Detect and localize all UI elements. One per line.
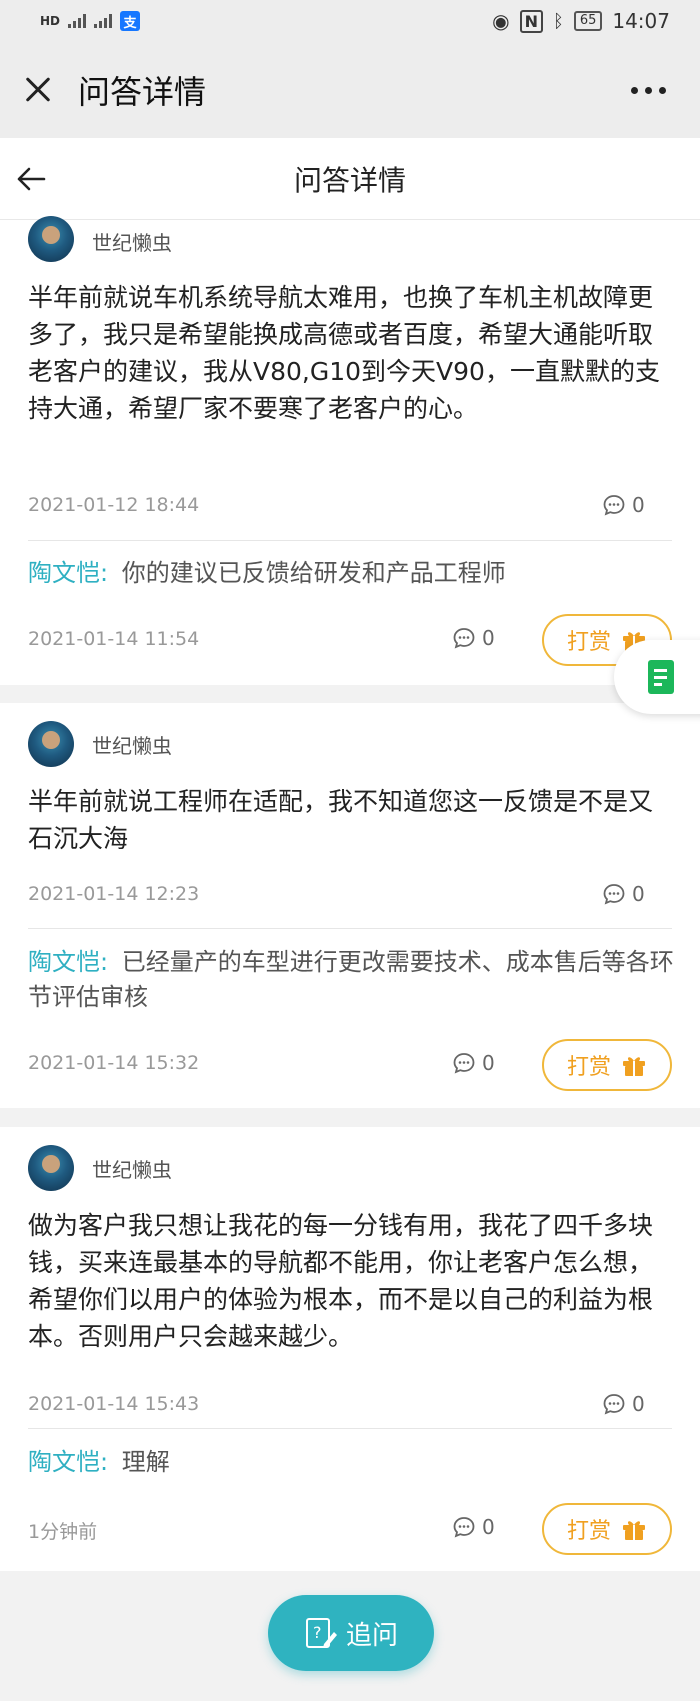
comment-count[interactable]: 0 bbox=[602, 493, 645, 517]
comment-icon bbox=[453, 1517, 475, 1538]
answer-date: 2021-01-14 15:32 bbox=[28, 1052, 200, 1074]
question-text: 半年前就说车机系统导航太难用，也换了车机主机故障更多了，我只是希望能换成高德或者… bbox=[28, 283, 660, 423]
more-options-icon[interactable] bbox=[631, 86, 666, 94]
comment-count-value: 0 bbox=[632, 493, 645, 517]
clock: 14:07 bbox=[612, 9, 670, 33]
document-icon bbox=[648, 660, 674, 694]
answer-text: 理解 bbox=[121, 1448, 170, 1476]
comment-count-value: 0 bbox=[482, 1515, 495, 1539]
comment-count[interactable]: 0 bbox=[602, 1392, 645, 1416]
window-title: 问答详情 bbox=[78, 73, 207, 111]
answer-comment-count[interactable]: 0 bbox=[452, 1051, 495, 1075]
answerer-name[interactable]: 陶文恺: bbox=[28, 1448, 108, 1476]
bluetooth-icon: ᛒ bbox=[553, 10, 564, 32]
comment-count-value: 0 bbox=[632, 882, 645, 906]
question-text: 半年前就说工程师在适配，我不知道您这一反馈是不是又石沉大海 bbox=[28, 787, 654, 853]
answer-comment-count[interactable]: 0 bbox=[452, 1515, 495, 1539]
qa-card: 世纪懒虫 做为客户我只想让我花的每一分钱有用，我花了四千多块钱，买来连最基本的导… bbox=[0, 1127, 700, 1571]
comment-icon bbox=[603, 1394, 625, 1415]
answer-text-row: 陶文恺: 你的建议已反馈给研发和产品工程师 bbox=[28, 556, 674, 591]
comment-icon bbox=[603, 495, 625, 516]
svg-text:?: ? bbox=[313, 1623, 322, 1642]
answer-text: 已经量产的车型进行更改需要技术、成本售后等各环节评估审核 bbox=[28, 948, 674, 1011]
reward-button[interactable]: 打赏 bbox=[542, 1039, 672, 1091]
qa-card: 世纪懒虫 半年前就说车机系统导航太难用，也换了车机主机故障更多了，我只是希望能换… bbox=[0, 216, 700, 685]
answer-comment-count[interactable]: 0 bbox=[452, 626, 495, 650]
gift-icon bbox=[623, 1057, 645, 1076]
question-text: 做为客户我只想让我花的每一分钱有用，我花了四千多块钱，买来连最基本的导航都不能用… bbox=[28, 1211, 654, 1351]
answer-date: 2021-01-14 11:54 bbox=[28, 628, 200, 650]
reward-label: 打赏 bbox=[566, 630, 611, 655]
comment-icon bbox=[453, 628, 475, 649]
question-date: 2021-01-12 18:44 bbox=[28, 494, 200, 516]
user-name: 世纪懒虫 bbox=[92, 733, 172, 758]
answer-date: 1分钟前 bbox=[28, 1521, 98, 1543]
user-row: 世纪懒虫 bbox=[28, 216, 172, 262]
answer-text-row: 陶文恺: 已经量产的车型进行更改需要技术、成本售后等各环节评估审核 bbox=[28, 945, 674, 1015]
signal-icon bbox=[68, 14, 87, 28]
answerer-name[interactable]: 陶文恺: bbox=[28, 948, 108, 976]
status-left: HD 支 bbox=[40, 11, 141, 31]
divider bbox=[28, 1428, 672, 1429]
page-title: 问答详情 bbox=[293, 163, 406, 197]
follow-up-label: 追问 bbox=[345, 1620, 398, 1651]
qa-card: 世纪懒虫 半年前就说工程师在适配，我不知道您这一反馈是不是又石沉大海 2021-… bbox=[0, 703, 700, 1108]
comment-count-value: 0 bbox=[632, 1392, 645, 1416]
alipay-icon: 支 bbox=[120, 11, 141, 31]
user-name: 世纪懒虫 bbox=[92, 1157, 172, 1182]
back-arrow-icon[interactable] bbox=[14, 162, 48, 196]
answerer-name[interactable]: 陶文恺: bbox=[28, 559, 108, 587]
comment-count-value: 0 bbox=[482, 1051, 495, 1075]
question-date: 2021-01-14 12:23 bbox=[28, 883, 200, 905]
status-bar: HD 支 ◉ N ᛒ 65 14:07 bbox=[0, 0, 700, 42]
gift-icon bbox=[623, 1521, 645, 1540]
reward-label: 打赏 bbox=[566, 1519, 611, 1544]
avatar[interactable] bbox=[28, 1145, 74, 1191]
avatar[interactable] bbox=[28, 216, 74, 262]
answer-text-row: 陶文恺: 理解 bbox=[28, 1445, 674, 1480]
reward-label: 打赏 bbox=[566, 1055, 611, 1080]
comment-icon bbox=[453, 1053, 475, 1074]
user-name: 世纪懒虫 bbox=[92, 230, 172, 255]
status-right: ◉ N ᛒ 65 14:07 bbox=[492, 9, 670, 33]
document-fab[interactable] bbox=[614, 640, 700, 714]
hd-badge: HD bbox=[40, 14, 61, 28]
user-row: 世纪懒虫 bbox=[28, 1145, 172, 1191]
avatar[interactable] bbox=[28, 721, 74, 767]
follow-up-question-button[interactable]: ? 追问 bbox=[268, 1595, 434, 1671]
nfc-icon: N bbox=[519, 9, 543, 33]
page-header: 问答详情 bbox=[0, 138, 700, 220]
divider bbox=[28, 928, 672, 929]
comment-count-value: 0 bbox=[482, 626, 495, 650]
wechat-title-bar: 问答详情 bbox=[0, 42, 700, 138]
user-row: 世纪懒虫 bbox=[28, 721, 172, 767]
comment-icon bbox=[603, 884, 625, 905]
battery-icon: 65 bbox=[573, 11, 603, 31]
signal-icon-2 bbox=[94, 14, 113, 28]
divider bbox=[28, 540, 672, 541]
question-date: 2021-01-14 15:43 bbox=[28, 1393, 200, 1415]
comment-count[interactable]: 0 bbox=[602, 882, 645, 906]
answer-text: 你的建议已反馈给研发和产品工程师 bbox=[121, 559, 506, 587]
reward-button[interactable]: 打赏 bbox=[542, 1503, 672, 1555]
close-icon[interactable] bbox=[18, 70, 58, 110]
eye-icon: ◉ bbox=[492, 9, 510, 33]
question-edit-icon: ? bbox=[305, 1618, 337, 1648]
